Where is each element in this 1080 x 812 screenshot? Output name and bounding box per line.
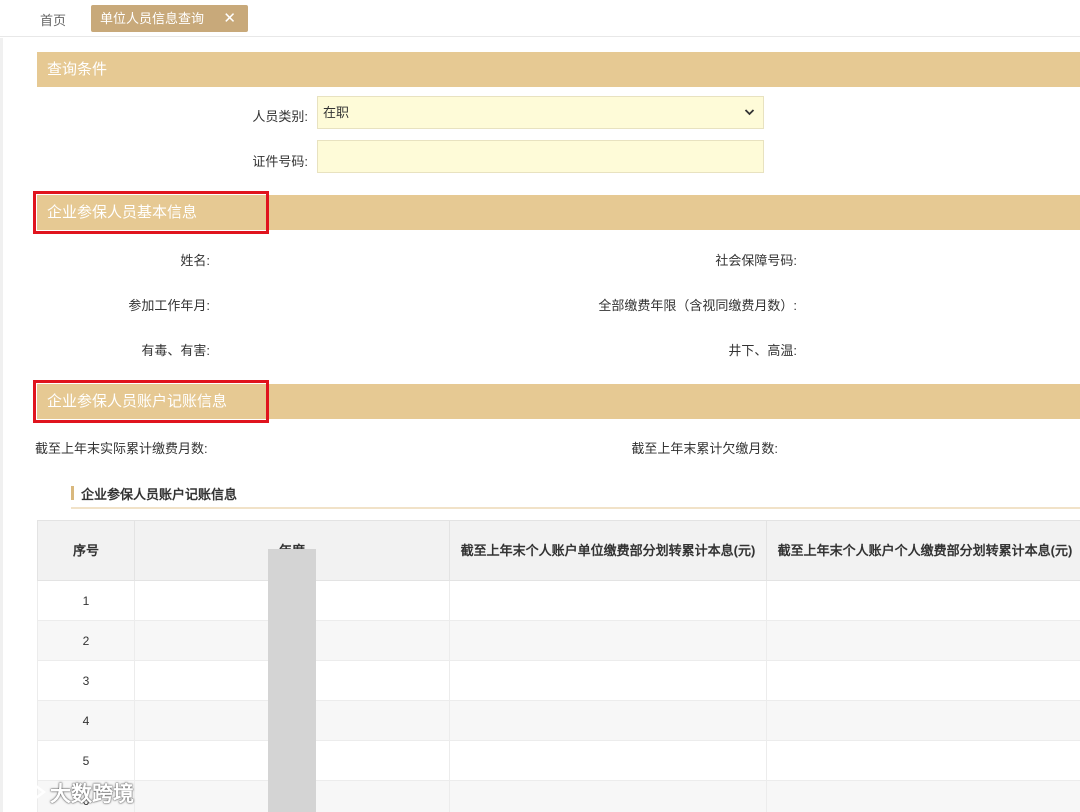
cell-personal-part [766, 580, 1080, 621]
account-subsection-title: 企业参保人员账户记账信息 [81, 487, 238, 502]
account-subsection-header: 企业参保人员账户记账信息 [71, 484, 1080, 509]
cell-seq: 5 [37, 740, 135, 781]
cell-seq: 2 [37, 620, 135, 661]
highlight-box-account [33, 380, 269, 423]
cell-personal-part [766, 700, 1080, 741]
paid-months-label: 截至上年末实际累计缴费月数: [35, 441, 208, 456]
cell-unit-part [449, 660, 767, 701]
work-start-date-label: 参加工作年月: [128, 298, 210, 313]
owed-months-label: 截至上年末累计欠缴月数: [631, 441, 778, 456]
watermark-logo: 大数跨境 [8, 778, 134, 808]
table-row[interactable]: 5 [37, 740, 1080, 781]
chevron-down-icon [744, 97, 755, 140]
header-personal-part: 截至上年末个人账户个人缴费部分划转累计本息(元) [766, 520, 1080, 581]
tab-home[interactable]: 首页 [40, 10, 66, 29]
cell-personal-part [766, 620, 1080, 661]
tab-bar: 首页 单位人员信息查询 ✕ [0, 0, 1080, 37]
redacted-year-column [268, 549, 316, 812]
tab-label: 单位人员信息查询 [100, 11, 205, 26]
category-value: 在职 [323, 105, 350, 120]
tab-unit-personnel-query[interactable]: 单位人员信息查询 ✕ [91, 5, 248, 32]
highlight-box-basic [33, 191, 269, 234]
id-number-label: 证件号码: [252, 154, 308, 169]
cell-personal-part [766, 740, 1080, 781]
toxic-hazard-label: 有毒、有害: [141, 343, 210, 358]
table-row[interactable]: 1 [37, 580, 1080, 621]
header-seq: 序号 [37, 520, 135, 581]
cell-personal-part [766, 660, 1080, 701]
main-content: 查询条件 人员类别: 在职 证件号码: 企业参保人员基本信息 姓名: 社会保障号… [0, 38, 1080, 812]
cell-unit-part [449, 580, 767, 621]
category-label: 人员类别: [252, 109, 308, 124]
cell-personal-part [766, 780, 1080, 812]
social-security-number-label: 社会保障号码: [715, 253, 797, 268]
contribution-years-label: 全部缴费年限（含视同缴费月数）: [598, 298, 797, 313]
table-row[interactable]: 3 [37, 660, 1080, 701]
name-label: 姓名: [180, 253, 210, 268]
cell-unit-part [449, 700, 767, 741]
table-row[interactable]: 4 [37, 700, 1080, 741]
account-table: 序号 年度 截至上年末个人账户单位缴费部分划转累计本息(元) 截至上年末个人账户… [37, 520, 1080, 812]
cell-seq: 1 [37, 580, 135, 621]
close-icon[interactable]: ✕ [223, 5, 236, 32]
logo-text: 大数跨境 [50, 783, 134, 806]
logo-icon [8, 780, 46, 810]
accent-bar [71, 486, 74, 500]
table-row[interactable]: 6 [37, 780, 1080, 812]
id-number-input[interactable] [317, 140, 764, 173]
table-header-row: 序号 年度 截至上年末个人账户单位缴费部分划转累计本息(元) 截至上年末个人账户… [37, 520, 1080, 581]
table-row[interactable]: 2 [37, 620, 1080, 661]
cell-seq: 3 [37, 660, 135, 701]
underground-high-temp-label: 井下、高温: [728, 343, 797, 358]
cell-unit-part [449, 620, 767, 661]
category-select[interactable]: 在职 [317, 96, 764, 129]
cell-seq: 4 [37, 700, 135, 741]
cell-unit-part [449, 780, 767, 812]
header-unit-part: 截至上年末个人账户单位缴费部分划转累计本息(元) [449, 520, 767, 581]
query-section-header: 查询条件 [37, 52, 1080, 87]
cell-unit-part [449, 740, 767, 781]
